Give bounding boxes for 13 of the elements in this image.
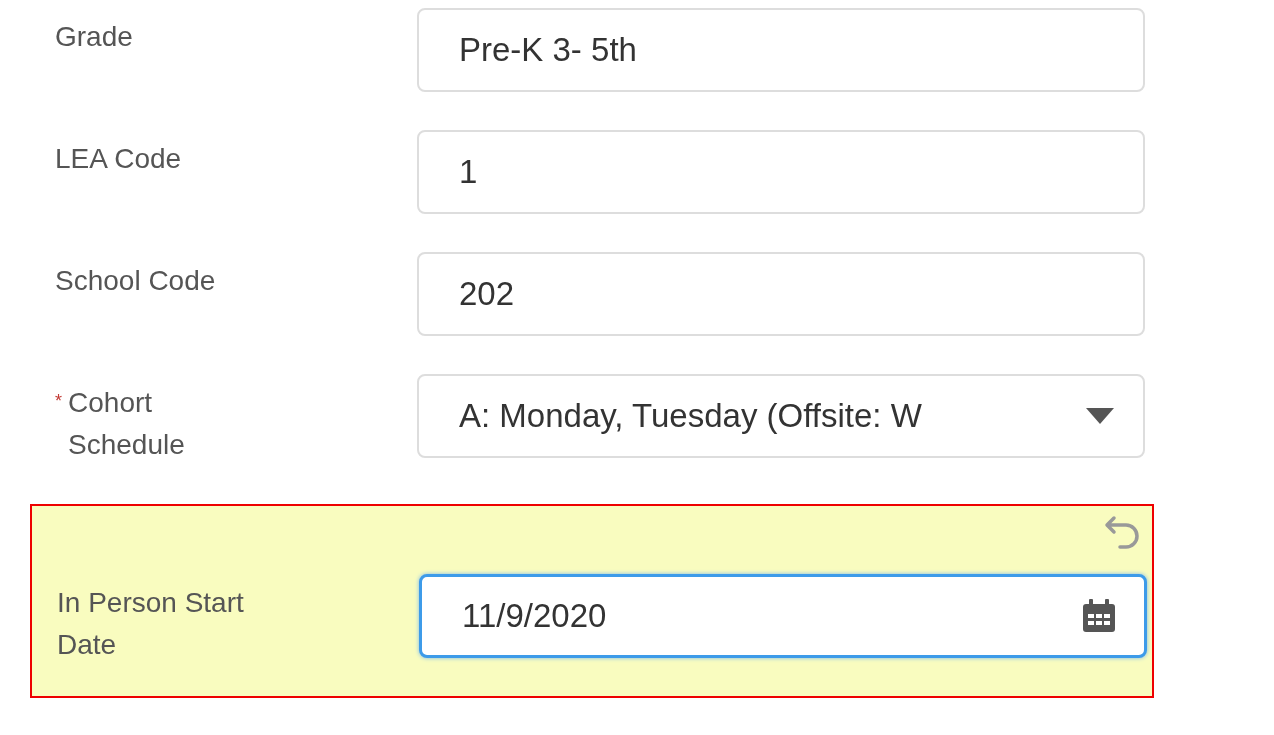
calendar-icon[interactable] xyxy=(1081,598,1117,634)
field-label: Cohort Schedule xyxy=(68,386,186,462)
field-label: Grade xyxy=(55,20,133,54)
input-field[interactable]: 202 xyxy=(417,252,1145,336)
dropdown-field[interactable]: A: Monday, Tuesday (Offsite: W xyxy=(417,374,1145,458)
dropdown-caret-icon xyxy=(1085,407,1115,425)
date-field[interactable]: 11/9/2020 xyxy=(419,574,1147,658)
input-field[interactable]: 1 xyxy=(417,130,1145,214)
field-label: School Code xyxy=(55,264,216,298)
field-label: LEA Code xyxy=(55,142,182,176)
input-field[interactable]: Pre-K 3- 5th xyxy=(417,8,1145,92)
required-mark: * xyxy=(55,390,62,413)
field-label: In Person Start Date xyxy=(57,586,245,662)
